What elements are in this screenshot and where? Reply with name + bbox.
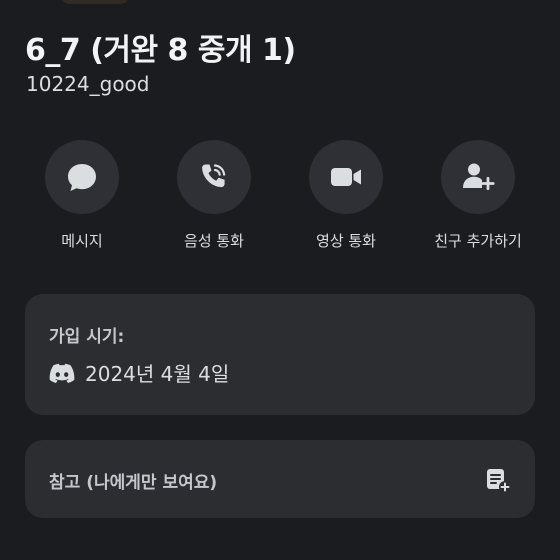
add-friend-icon bbox=[463, 163, 495, 190]
message-button[interactable]: 메시지 bbox=[12, 140, 152, 251]
display-name: 6_7 (거완 8 중개 1) bbox=[25, 33, 296, 68]
video-call-button-circle[interactable] bbox=[309, 140, 383, 214]
add-friend-button[interactable]: 친구 추가하기 bbox=[408, 140, 548, 251]
add-friend-button-circle[interactable] bbox=[441, 140, 515, 214]
voice-call-label: 음성 통화 bbox=[184, 232, 244, 250]
voice-call-button-circle[interactable] bbox=[177, 140, 251, 214]
note-card[interactable]: 참고 (나에게만 보여요) bbox=[25, 440, 535, 518]
action-row: 메시지 음성 통화 영상 통화 친구 추가하기 bbox=[0, 140, 560, 260]
profile-screen: 6_7 (거완 8 중개 1) 10224_good 메시지 음성 통화 영상 … bbox=[0, 0, 560, 560]
add-friend-label: 친구 추가하기 bbox=[434, 232, 522, 250]
discord-logo-icon bbox=[49, 363, 75, 383]
message-label: 메시지 bbox=[61, 232, 103, 250]
member-since-title: 가입 시기: bbox=[49, 327, 125, 347]
message-button-circle[interactable] bbox=[45, 140, 119, 214]
username: 10224_good bbox=[26, 72, 150, 96]
chat-bubble-icon bbox=[68, 164, 96, 191]
member-since-card: 가입 시기: 2024년 4월 4일 bbox=[25, 294, 535, 415]
phone-call-icon bbox=[202, 164, 226, 188]
member-since-row: 2024년 4월 4일 bbox=[49, 358, 229, 387]
video-call-label: 영상 통화 bbox=[316, 232, 376, 250]
edit-note-icon[interactable] bbox=[485, 467, 511, 493]
avatar-edge bbox=[60, 0, 130, 4]
note-label: 참고 (나에게만 보여요) bbox=[49, 473, 218, 493]
video-call-button[interactable]: 영상 통화 bbox=[276, 140, 416, 251]
member-since-date: 2024년 4월 4일 bbox=[85, 362, 230, 386]
voice-call-button[interactable]: 음성 통화 bbox=[144, 140, 284, 251]
video-camera-icon bbox=[331, 168, 361, 186]
